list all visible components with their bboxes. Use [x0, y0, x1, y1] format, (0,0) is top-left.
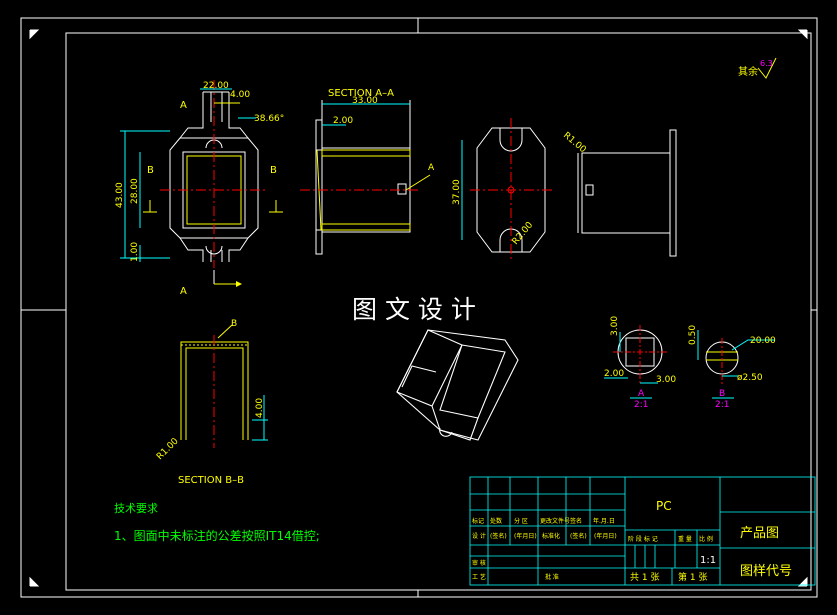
label-b-right: B [270, 165, 277, 176]
dim-side-height: 37.00 [452, 179, 462, 205]
title-product: 产品图 [740, 526, 779, 541]
label-a-top: A [180, 100, 187, 111]
tb-design-1: (签名) [490, 532, 507, 540]
tb-row-label-3: 更改文件号 [540, 517, 570, 525]
title-scale: 1:1 [700, 555, 716, 566]
tb-row-label-4: 签名 [570, 517, 582, 525]
dim-section-aa-width: 33.00 [352, 96, 378, 106]
detail-a-dim-1: 3.00 [610, 316, 620, 336]
dim-right-radius: R1.00 [561, 131, 588, 156]
detail-a-dim-2: 2.00 [604, 369, 624, 379]
detail-a-label: A [638, 389, 645, 399]
dim-section-bb-radius: R1.00 [155, 436, 181, 462]
detail-b-scale: 2:1 [715, 400, 729, 410]
detail-a-dim-3: 3.00 [656, 375, 676, 385]
title-drawing-code: 图样代号 [740, 564, 792, 579]
tb-row-label-2: 分 区 [514, 517, 528, 525]
label-b-left: B [147, 165, 154, 176]
section-aa-view [300, 100, 431, 255]
right-view [577, 129, 677, 257]
dim-front-angle: 38.66° [254, 114, 284, 124]
tb-design-3: 标准化 [542, 532, 560, 540]
title-sheet-no: 第 1 张 [678, 571, 707, 583]
dim-front-height: 43.00 [115, 182, 125, 208]
notes-line-1: 1、图面中未标注的公差按照IT14借控; [114, 528, 320, 543]
tb-design-5: (年月日) [594, 532, 617, 540]
title-sheets-total: 共 1 张 [630, 572, 659, 583]
detail-a-scale: 2:1 [634, 400, 648, 410]
tb-approve: 批 准 [545, 573, 559, 581]
section-bb-title: SECTION B–B [178, 475, 244, 486]
front-view [120, 80, 283, 287]
dim-side-radius: R2.00 [511, 220, 536, 247]
dim-front-offset: 1.00 [130, 242, 140, 262]
tb-row-label-5: 年.月.日 [593, 517, 615, 525]
roughness-label: 其余 [738, 65, 758, 78]
tb-stage-0: 阶 段 标 记 [628, 535, 658, 543]
side-view [461, 118, 552, 262]
tb-process: 工 艺 [472, 573, 486, 581]
detail-b-dim-2: 20.00 [750, 336, 776, 346]
label-a-bottom: A [180, 286, 187, 297]
tb-design-4: (签名) [570, 532, 587, 540]
notes-heading: 技术要求 [114, 502, 158, 515]
tb-stage-1: 重 量 [678, 535, 692, 543]
tb-design-0: 设 计 [472, 532, 486, 540]
detail-b-dim-1: 0.50 [688, 325, 698, 345]
section-bb-detail-label: B [231, 319, 237, 329]
dim-front-width: 22.00 [203, 81, 229, 91]
section-bb-view [180, 324, 268, 448]
tb-review: 审 核 [472, 559, 486, 567]
title-material: PC [656, 499, 672, 513]
tb-row-label-1: 处数 [490, 517, 502, 525]
dim-front-inner: 28.00 [130, 178, 140, 204]
isometric-view [396, 329, 519, 441]
dim-section-aa-thickness: 2.00 [333, 116, 353, 126]
detail-a-callout: A [428, 163, 435, 173]
tb-design-2: (年月日) [514, 532, 537, 540]
tb-stage-2: 比 例 [699, 535, 713, 543]
dim-section-bb-height: 4.00 [255, 398, 265, 418]
detail-b-dim-3: ø2.50 [737, 373, 763, 383]
watermark-text: 图 文 设 计 [352, 295, 476, 324]
roughness-value: 6.3 [760, 59, 773, 68]
dim-front-slot: 4.00 [230, 90, 250, 100]
tb-row-label-0: 标记 [472, 517, 484, 525]
detail-b-label: B [719, 389, 725, 399]
